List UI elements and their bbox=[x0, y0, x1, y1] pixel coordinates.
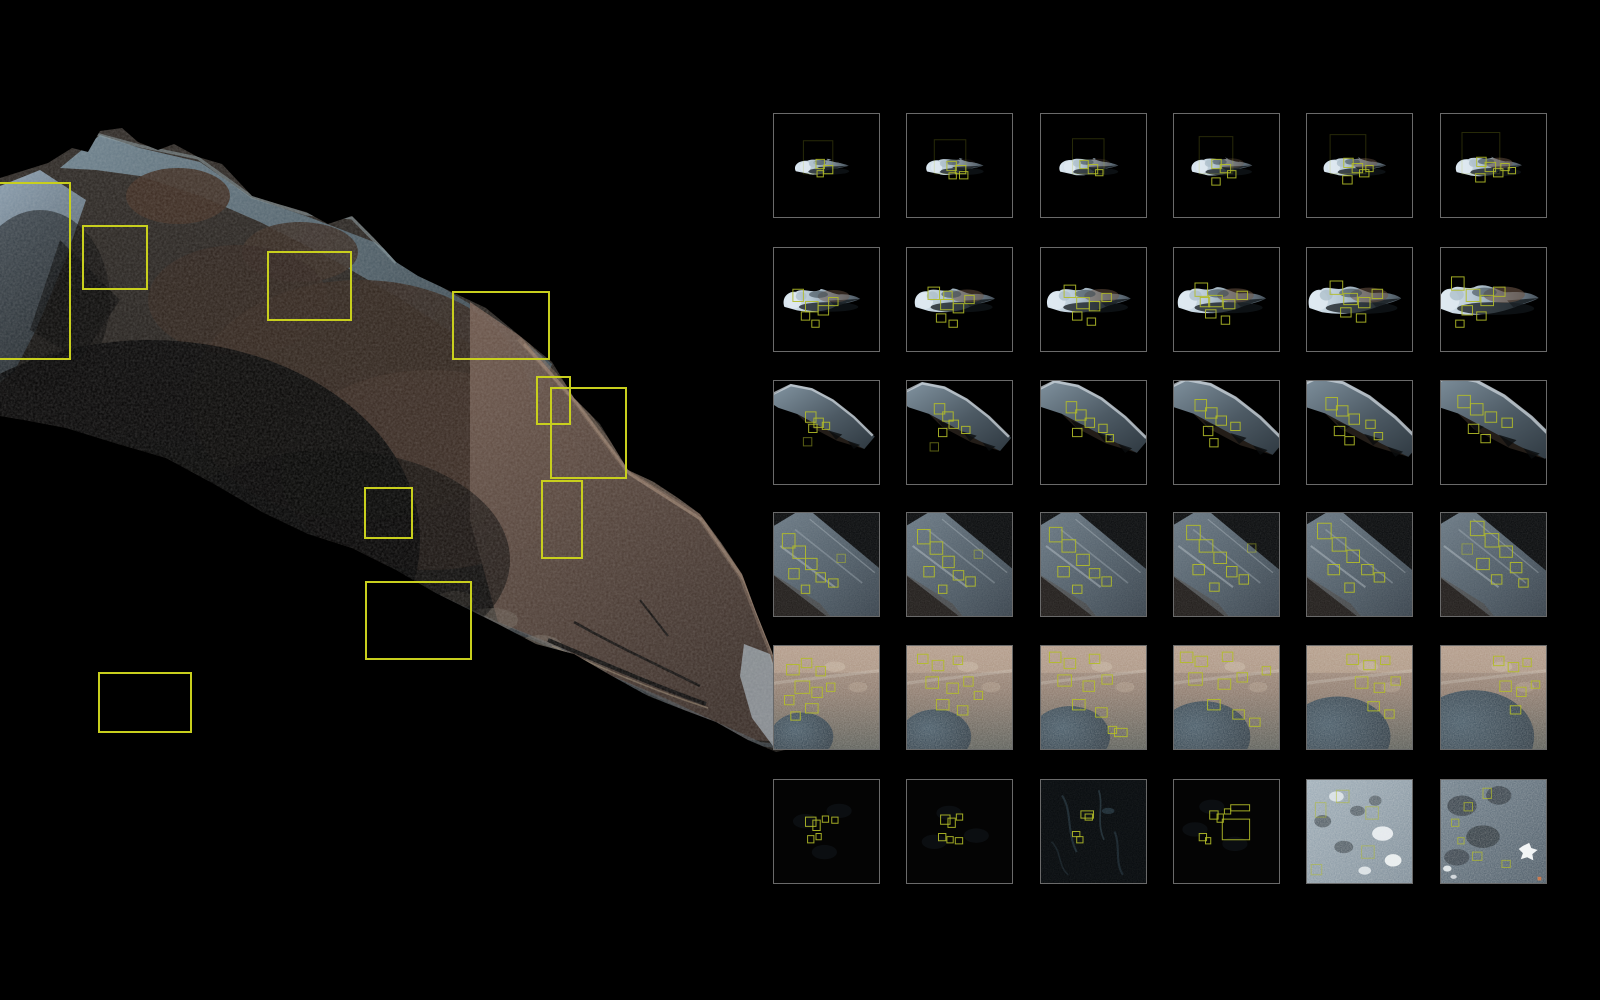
thumbnail-cell-r2c2 bbox=[906, 247, 1013, 352]
detection-visualization-canvas bbox=[0, 0, 1600, 1000]
thumbnail-cell-r2c3 bbox=[1040, 247, 1147, 352]
thumbnail-cell-r4c6 bbox=[1440, 512, 1547, 617]
thumbnail-cell-r4c4 bbox=[1173, 512, 1280, 617]
thumbnail-image bbox=[1174, 513, 1279, 616]
detection-box bbox=[801, 312, 809, 320]
thumbnail-cell-r1c6 bbox=[1440, 113, 1547, 218]
thumbnail-image bbox=[1441, 646, 1546, 749]
thumbnail-cell-r2c4 bbox=[1173, 247, 1280, 352]
thumbnail-image bbox=[1441, 248, 1546, 351]
thumbnail-image bbox=[774, 513, 879, 616]
thumbnail-cell-r5c1 bbox=[773, 645, 880, 750]
thumbnail-image bbox=[1041, 780, 1146, 883]
annotation-box bbox=[364, 487, 413, 539]
thumbnail-image bbox=[1174, 646, 1279, 749]
thumbnail-cell-r3c5 bbox=[1306, 380, 1413, 485]
thumbnail-image bbox=[1174, 248, 1279, 351]
annotation-box bbox=[452, 291, 550, 360]
thumbnail-image bbox=[907, 646, 1012, 749]
thumbnail-cell-r1c1 bbox=[773, 113, 880, 218]
thumbnail-cell-r1c2 bbox=[906, 113, 1013, 218]
thumbnail-cell-r3c4 bbox=[1173, 380, 1280, 485]
detection-box bbox=[1210, 439, 1218, 447]
annotation-box bbox=[82, 225, 148, 290]
thumbnail-cell-r5c6 bbox=[1440, 645, 1547, 750]
thumbnail-image bbox=[1441, 114, 1546, 217]
thumbnail-image bbox=[1441, 780, 1546, 883]
detection-box bbox=[1356, 314, 1365, 322]
thumbnail-cell-r3c6 bbox=[1440, 380, 1547, 485]
thumbnail-cell-r4c1 bbox=[773, 512, 880, 617]
detection-box bbox=[1456, 320, 1464, 327]
thumbnail-cell-r3c3 bbox=[1040, 380, 1147, 485]
thumbnail-cell-r6c4 bbox=[1173, 779, 1280, 884]
thumbnail-image bbox=[907, 248, 1012, 351]
thumbnail-cell-r3c1 bbox=[773, 380, 880, 485]
annotation-box bbox=[98, 672, 192, 733]
detection-box bbox=[939, 428, 947, 436]
detection-box bbox=[1212, 178, 1220, 185]
thumbnail-cell-r3c2 bbox=[906, 380, 1013, 485]
thumbnail-image bbox=[1307, 114, 1412, 217]
thumbnail-cell-r2c6 bbox=[1440, 247, 1547, 352]
thumbnail-image bbox=[907, 513, 1012, 616]
thumbnail-image bbox=[1307, 381, 1412, 484]
thumbnail-cell-r4c5 bbox=[1306, 512, 1413, 617]
thumbnail-image bbox=[774, 114, 879, 217]
thumbnail-cell-r5c5 bbox=[1306, 645, 1413, 750]
thumbnail-cell-r4c3 bbox=[1040, 512, 1147, 617]
annotation-box bbox=[0, 182, 71, 360]
annotation-box bbox=[267, 251, 352, 321]
thumbnail-cell-r5c2 bbox=[906, 645, 1013, 750]
thumbnail-image bbox=[1041, 248, 1146, 351]
thumbnail-image bbox=[1441, 513, 1546, 616]
detection-box bbox=[1221, 316, 1229, 324]
thumbnail-cell-r5c4 bbox=[1173, 645, 1280, 750]
thumbnail-image bbox=[1307, 780, 1412, 883]
thumbnail-cell-r6c3 bbox=[1040, 779, 1147, 884]
thumbnail-cell-r2c5 bbox=[1306, 247, 1413, 352]
thumbnail-cell-r6c5 bbox=[1306, 779, 1413, 884]
thumbnail-image bbox=[1041, 513, 1146, 616]
detection-box bbox=[949, 320, 957, 327]
thumbnail-image bbox=[774, 780, 879, 883]
detection-box bbox=[1345, 437, 1354, 445]
thumbnail-image bbox=[1174, 381, 1279, 484]
detection-box bbox=[1073, 312, 1082, 320]
thumbnail-cell-r6c2 bbox=[906, 779, 1013, 884]
thumbnail-cell-r5c3 bbox=[1040, 645, 1147, 750]
annotation-box bbox=[541, 480, 583, 559]
thumbnail-image bbox=[774, 646, 879, 749]
thumbnail-image bbox=[1307, 248, 1412, 351]
thumbnail-cell-r1c4 bbox=[1173, 113, 1280, 218]
annotation-box bbox=[365, 581, 472, 660]
thumbnail-image bbox=[1041, 114, 1146, 217]
detection-box bbox=[1343, 176, 1352, 184]
thumbnail-image bbox=[1041, 381, 1146, 484]
detection-box bbox=[803, 438, 811, 446]
thumbnail-image bbox=[774, 248, 879, 351]
thumbnail-cell-r6c6 bbox=[1440, 779, 1547, 884]
thumbnail-image bbox=[1307, 646, 1412, 749]
thumbnail-image bbox=[1041, 646, 1146, 749]
thumbnail-image bbox=[1174, 780, 1279, 883]
detection-box bbox=[812, 320, 819, 327]
annotation-box bbox=[550, 387, 627, 479]
thumbnail-cell-r1c3 bbox=[1040, 113, 1147, 218]
thumbnail-image bbox=[907, 114, 1012, 217]
thumbnail-image bbox=[774, 381, 879, 484]
detection-box bbox=[936, 314, 945, 322]
detection-box bbox=[1087, 318, 1095, 325]
thumbnail-image bbox=[907, 381, 1012, 484]
thumbnail-cell-r6c1 bbox=[773, 779, 880, 884]
thumbnail-image bbox=[1307, 513, 1412, 616]
thumbnail-cell-r1c5 bbox=[1306, 113, 1413, 218]
thumbnail-image bbox=[1441, 381, 1546, 484]
detection-box bbox=[930, 443, 938, 451]
thumbnail-image bbox=[907, 780, 1012, 883]
thumbnail-image bbox=[1174, 114, 1279, 217]
thumbnail-cell-r2c1 bbox=[773, 247, 880, 352]
thumbnail-cell-r4c2 bbox=[906, 512, 1013, 617]
